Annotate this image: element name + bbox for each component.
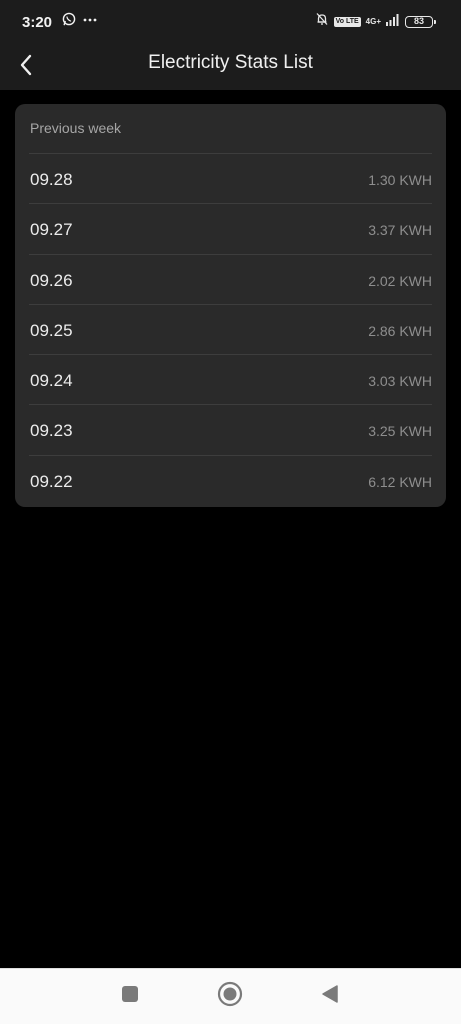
row-date: 09.27 — [30, 220, 73, 240]
row-date: 09.28 — [30, 170, 73, 189]
status-right-icons: Vo LTE 4G+ 83 — [315, 12, 436, 31]
row-value: 1.30 KWH — [368, 172, 432, 188]
system-nav-bar — [0, 968, 461, 1024]
row-date: 09.26 — [30, 270, 73, 290]
more-notifications-icon — [82, 12, 98, 31]
row-value: 3.37 KWH — [368, 222, 432, 239]
back-icon — [320, 984, 340, 1009]
volte-badge: Vo LTE — [333, 16, 361, 27]
home-icon — [217, 981, 243, 1012]
stats-list: 09.28 1.30 KWH 09.27 3.37 KWH 09.26 2.02… — [29, 153, 432, 505]
stats-card: Previous week 09.28 1.30 KWH 09.27 3.37 … — [15, 104, 446, 507]
whatsapp-icon — [62, 12, 76, 31]
stats-row[interactable]: 09.24 3.03 KWH — [29, 354, 432, 404]
row-date: 09.24 — [30, 371, 73, 391]
stats-row[interactable]: 09.22 6.12 KWH — [29, 454, 432, 505]
row-date: 09.22 — [30, 471, 73, 491]
row-date: 09.25 — [30, 320, 73, 340]
home-button[interactable] — [216, 981, 244, 1012]
status-bar: 3:20 Vo LTE 4G+ 83 — [0, 0, 461, 46]
battery-icon: 83 — [405, 15, 436, 28]
bell-off-icon — [315, 12, 329, 31]
app-screen: 3:20 Vo LTE 4G+ 83 Electricity Stats Lis… — [0, 0, 461, 1024]
app-header: Electricity Stats List — [0, 46, 461, 90]
section-title: Previous week — [30, 120, 122, 136]
recent-apps-button[interactable] — [116, 982, 144, 1010]
stats-row[interactable]: 09.28 1.30 KWH — [29, 153, 432, 203]
status-left-icons — [62, 12, 98, 31]
row-value: 2.02 KWH — [368, 272, 432, 289]
row-value: 3.03 KWH — [368, 373, 432, 390]
row-value: 6.12 KWH — [368, 473, 432, 490]
row-value: 2.86 KWH — [368, 322, 432, 339]
page-title: Electricity Stats List — [148, 52, 313, 73]
stats-row[interactable]: 09.23 3.25 KWH — [29, 404, 432, 454]
signal-icon — [386, 13, 400, 31]
status-time: 3:20 — [22, 14, 53, 31]
stats-row[interactable]: 09.26 2.02 KWH — [29, 253, 432, 304]
row-date: 09.23 — [30, 421, 73, 441]
stats-row[interactable]: 09.27 3.37 KWH — [29, 203, 432, 253]
row-value: 3.25 KWH — [368, 423, 432, 440]
network-type-label: 4G+ — [365, 16, 381, 26]
nav-back-button[interactable] — [316, 982, 344, 1010]
recent-apps-icon — [121, 985, 139, 1008]
stats-row[interactable]: 09.25 2.86 KWH — [29, 303, 432, 354]
